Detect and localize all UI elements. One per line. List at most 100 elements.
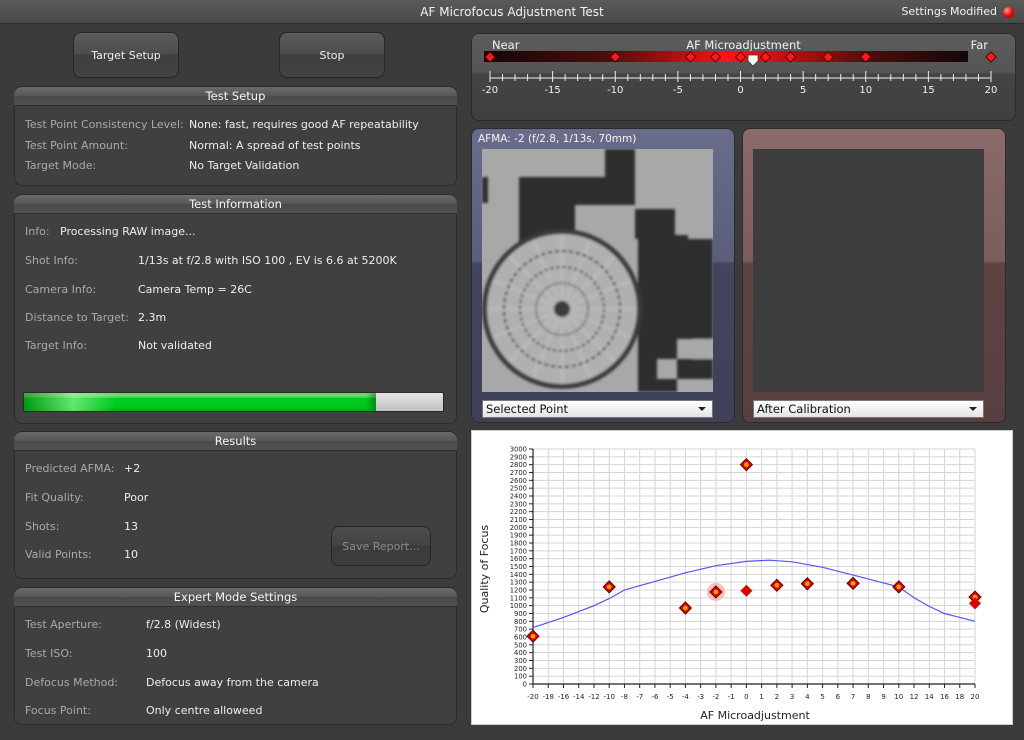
x-tick-label: -3 [697, 693, 704, 701]
progress-bar [23, 392, 444, 412]
y-tick-label: 200 [514, 665, 527, 673]
save-report-button[interactable]: Save Report... [331, 526, 431, 566]
y-tick-label: 600 [514, 634, 527, 642]
y-tick-label: 2200 [510, 508, 527, 516]
afma-test-point-marker [709, 51, 722, 63]
y-tick-label: 1500 [510, 563, 527, 571]
y-tick-label: 2100 [510, 516, 527, 524]
test-setup-panel: Test Setup Test Point Consistency Level:… [14, 86, 457, 186]
test-iso-label: Test ISO: [25, 647, 73, 660]
results-title: Results [14, 432, 457, 451]
x-tick-label: -14 [573, 693, 585, 701]
afma-test-point-marker [822, 51, 834, 63]
info-label: Info: [25, 225, 50, 238]
y-tick-label: 2700 [510, 469, 527, 477]
afma-slider-panel: Near AF Microadjustment Far -20 -15 -10 -5 0… [471, 33, 1016, 121]
results-panel: Results Predicted AFMA: +2 Fit Quality: … [14, 431, 457, 579]
afma-tick-label: -20 [482, 85, 498, 96]
consistency-level-value: None: fast, requires good AF repeatabili… [189, 118, 419, 131]
shots-value: 13 [124, 520, 138, 533]
x-tick-label: 10 [894, 693, 903, 701]
predicted-afma-label: Predicted AFMA: [25, 462, 115, 475]
chart-grid [532, 448, 976, 685]
chart-svg: 0100200300400500600700800900100011001200… [478, 446, 982, 722]
predicted-afma-value: +2 [124, 462, 141, 475]
data-point[interactable] [740, 584, 753, 597]
x-tick-label: -8 [621, 693, 628, 701]
shot-info-label: Shot Info: [25, 254, 79, 267]
y-tick-label: 2400 [510, 493, 527, 501]
x-tick-label: 7 [851, 693, 855, 701]
afma-slider-graphics: -20 -15 -10 -5 0 5 10 15 20 [482, 51, 998, 96]
focus-target-image [482, 149, 713, 392]
x-tick-label: 2 [775, 693, 779, 701]
after-calibration-dropdown-value: After Calibration [757, 402, 851, 416]
focus-quality-chart: 0 100 200 300 400 500 600 700 800 900 1000 1100 1200… [471, 430, 1013, 725]
afma-test-point-marker [734, 51, 747, 63]
afma-test-point-marker [860, 51, 872, 63]
fit-quality-value: Poor [124, 491, 149, 504]
test-aperture-value: f/2.8 (Widest) [146, 618, 221, 631]
test-aperture-label: Test Aperture: [25, 618, 102, 631]
x-tick-label: 0 [744, 693, 748, 701]
fit-curve [532, 559, 976, 629]
x-tick-label: -18 [543, 693, 554, 701]
title-bar: AF Microfocus Adjustment Test Settings M… [0, 0, 1024, 24]
distance-label: Distance to Target: [25, 311, 129, 324]
data-point[interactable] [526, 629, 540, 643]
x-tick-label: -6 [651, 693, 659, 701]
y-tick-label: 1200 [510, 587, 527, 595]
afma-tick-label: 0 [737, 85, 743, 96]
focus-point-value: Only centre alloweed [146, 704, 263, 717]
y-tick-label: 0 [523, 681, 527, 689]
x-tick-label: 6 [836, 693, 841, 701]
selected-point-dropdown-value: Selected Point [486, 402, 569, 416]
selected-point-dropdown[interactable]: Selected Point [482, 400, 713, 418]
data-point[interactable] [602, 580, 616, 594]
y-tick-label: 2800 [510, 461, 527, 469]
x-tick-label: 16 [940, 693, 949, 701]
settings-modified-indicator: Settings Modified [901, 0, 1014, 24]
x-tick-label: 4 [805, 693, 810, 701]
y-tick-label: 1000 [510, 602, 527, 610]
after-calibration-image [753, 149, 984, 392]
test-information-panel: Test Information Info: Processing RAW im… [14, 194, 457, 424]
target-info-value: Not validated [138, 339, 212, 352]
x-tick-label: 5 [820, 693, 824, 701]
afma-tick-label: 20 [985, 85, 998, 96]
y-tick-label: 1600 [510, 555, 527, 563]
target-mode-label: Target Mode: [25, 159, 97, 172]
x-tick-label: 18 [955, 693, 964, 701]
y-tick-label: 1900 [510, 532, 527, 540]
afma-tick-label: 5 [800, 85, 806, 96]
data-point[interactable] [739, 457, 754, 472]
defocus-method-label: Defocus Method: [25, 676, 119, 689]
afma-tick-label: 15 [922, 85, 935, 96]
after-calibration-dropdown[interactable]: After Calibration [753, 400, 984, 418]
x-tick-label: 20 [971, 693, 980, 701]
data-point[interactable] [892, 580, 906, 594]
info-value: Processing RAW image... [60, 225, 196, 238]
fit-quality-label: Fit Quality: [25, 491, 84, 504]
target-mode-value: No Target Validation [189, 159, 300, 172]
afma-test-point-marker [484, 51, 496, 63]
x-tick-label: -5 [667, 693, 674, 701]
x-tick-label: -16 [558, 693, 570, 701]
data-point[interactable] [846, 576, 860, 591]
data-point[interactable] [800, 577, 815, 591]
x-tick-label: 12 [910, 693, 919, 701]
afma-tick-label: -5 [673, 85, 683, 96]
afma-test-point-marker [985, 51, 997, 63]
data-point[interactable] [678, 601, 693, 615]
selected-data-point[interactable] [706, 582, 725, 601]
afma-tick-label: -10 [607, 85, 623, 96]
stop-button[interactable]: Stop [279, 32, 385, 78]
test-information-title: Test Information [14, 195, 457, 214]
target-image [482, 149, 713, 392]
target-setup-button[interactable]: Target Setup [73, 32, 179, 78]
x-tick-label: -12 [588, 693, 599, 701]
afma-slider-pointer[interactable] [747, 54, 759, 67]
y-tick-label: 400 [514, 649, 527, 657]
focus-point-label: Focus Point: [25, 704, 91, 717]
x-tick-label: -10 [603, 693, 614, 701]
